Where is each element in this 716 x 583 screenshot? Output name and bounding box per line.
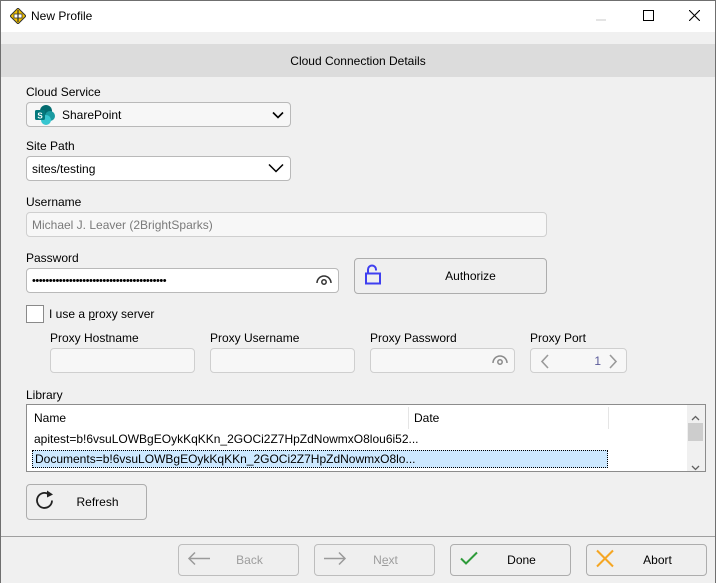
password-label: Password	[26, 251, 79, 265]
column-separator[interactable]	[408, 407, 409, 429]
done-label: Done	[507, 553, 536, 567]
refresh-button[interactable]: Refresh	[26, 484, 147, 520]
svg-text:S: S	[37, 111, 43, 120]
close-button[interactable]	[671, 1, 716, 32]
password-field[interactable]: ••••••••••••••••••••••••••••••••••••••••	[26, 268, 339, 293]
proxy-username-field[interactable]	[210, 348, 355, 373]
site-path-value: sites/testing	[32, 161, 96, 176]
cloud-service-select[interactable]: S SharePoint	[26, 102, 291, 127]
column-header-date[interactable]: Date	[414, 411, 439, 425]
chevron-down-icon	[272, 108, 284, 122]
proxy-label-part: roxy server	[95, 307, 155, 321]
authorize-button[interactable]: Authorize	[354, 258, 547, 294]
cloud-service-value: SharePoint	[62, 107, 122, 122]
back-button[interactable]: Back	[178, 544, 299, 576]
close-icon	[688, 9, 700, 24]
username-field[interactable]: Michael J. Leaver (2BrightSparks)	[26, 212, 547, 237]
decrement-chevron-left-icon[interactable]	[540, 354, 550, 372]
library-row[interactable]: apitest=b!6vsuLOWBgEOykKqKKn_2GOCi2Z7HpZ…	[32, 431, 608, 449]
site-path-label: Site Path	[26, 139, 75, 153]
sharepoint-icon: S	[34, 104, 56, 125]
proxy-checkbox-label[interactable]: I use a proxy server	[49, 307, 154, 321]
abort-button[interactable]: Abort	[586, 544, 707, 576]
chevron-down-icon[interactable]	[268, 162, 284, 176]
proxy-password-field[interactable]	[370, 348, 515, 373]
proxy-port-value: 1	[594, 354, 601, 368]
library-label: Library	[26, 388, 63, 402]
new-profile-window: New Profile Cloud Connection Details Clo…	[0, 0, 716, 583]
scroll-up-icon[interactable]	[691, 410, 700, 424]
cloud-service-label: Cloud Service	[26, 85, 101, 99]
maximize-icon	[642, 9, 654, 24]
back-label: Back	[236, 553, 263, 567]
username-value: Michael J. Leaver (2BrightSparks)	[32, 217, 213, 232]
app-logo-icon	[9, 7, 27, 25]
maximize-button[interactable]	[625, 1, 671, 32]
proxy-checkbox[interactable]	[26, 305, 44, 323]
column-header-name[interactable]: Name	[34, 411, 66, 425]
next-label-part: xt	[388, 553, 398, 567]
next-label: Next	[337, 553, 434, 567]
proxy-port-label: Proxy Port	[530, 331, 587, 345]
library-list[interactable]: Name Date apitest=b!6vsuLOWBgEOykKqKKn_2…	[26, 404, 706, 472]
next-label-accel: e	[381, 553, 389, 567]
section-title: Cloud Connection Details	[290, 53, 426, 68]
unlocked-padlock-icon	[365, 264, 381, 288]
proxy-port-spinner[interactable]: 1	[530, 348, 627, 373]
minimize-button[interactable]	[579, 1, 625, 32]
scroll-down-icon[interactable]	[691, 460, 700, 474]
library-row-name: Documents=b!6vsuLOWBgEOykKqKKn_2GOCi2Z7H…	[35, 452, 416, 466]
increment-chevron-right-icon[interactable]	[608, 354, 618, 372]
done-button[interactable]: Done	[450, 544, 571, 576]
footer-divider	[1, 536, 715, 537]
authorize-label: Authorize	[445, 269, 496, 283]
library-scrollbar[interactable]	[687, 405, 705, 471]
eye-icon[interactable]	[316, 274, 332, 288]
library-list-header: Name Date	[27, 405, 681, 429]
proxy-hostname-field[interactable]	[50, 348, 195, 373]
proxy-hostname-label: Proxy Hostname	[50, 331, 139, 345]
site-path-combobox[interactable]: sites/testing	[26, 156, 291, 181]
library-row[interactable]: Documents=b!6vsuLOWBgEOykKqKKn_2GOCi2Z7H…	[32, 450, 608, 468]
eye-icon[interactable]	[492, 354, 508, 368]
scrollbar-thumb[interactable]	[688, 423, 703, 441]
column-separator[interactable]	[608, 407, 609, 429]
abort-label: Abort	[643, 553, 672, 567]
minimize-icon	[596, 10, 608, 24]
next-label-part: N	[373, 553, 382, 567]
title-bar: New Profile	[1, 1, 715, 32]
section-header: Cloud Connection Details	[1, 44, 715, 77]
refresh-label: Refresh	[76, 495, 119, 509]
next-button[interactable]: Next	[314, 544, 435, 576]
proxy-username-label: Proxy Username	[210, 331, 300, 345]
password-value: ••••••••••••••••••••••••••••••••••••••••	[32, 274, 167, 287]
library-row-name: apitest=b!6vsuLOWBgEOykKqKKn_2GOCi2Z7HpZ…	[34, 432, 419, 446]
proxy-password-label: Proxy Password	[370, 331, 457, 345]
proxy-label-part: I use a	[49, 307, 89, 321]
username-label: Username	[26, 195, 82, 209]
window-title: New Profile	[31, 9, 93, 23]
